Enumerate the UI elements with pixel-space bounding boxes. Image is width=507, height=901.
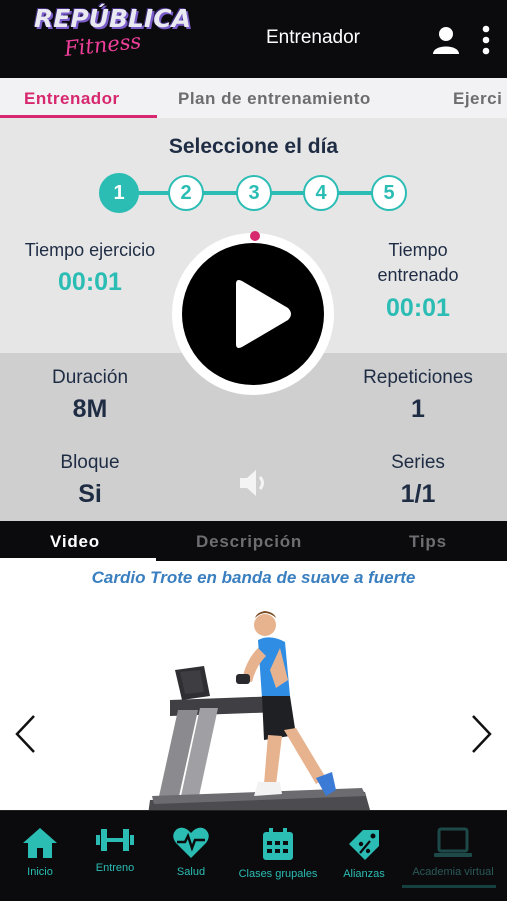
laptop-icon bbox=[434, 827, 472, 857]
nav-item-clases-grupales[interactable]: Clases grupales bbox=[235, 812, 321, 898]
exercise-title: Cardio Trote en banda de suave a fuerte bbox=[91, 568, 416, 587]
nav-label-salud: Salud bbox=[176, 866, 206, 878]
day-step-2[interactable]: 2 bbox=[168, 175, 204, 211]
play-icon bbox=[236, 280, 291, 348]
series-value: 1/1 bbox=[400, 480, 436, 508]
chevron-right-icon[interactable] bbox=[469, 713, 495, 755]
repetitions-value: 1 bbox=[411, 395, 425, 423]
tab-tips[interactable]: Tips bbox=[409, 532, 447, 552]
nav-label-alianzas: Alianzas bbox=[343, 868, 385, 880]
chevron-left-icon[interactable] bbox=[12, 713, 38, 755]
nav-item-alianzas[interactable]: Alianzas bbox=[321, 812, 407, 898]
day-step-4[interactable]: 4 bbox=[303, 175, 339, 211]
media-tab-indicator bbox=[0, 558, 156, 561]
more-vertical-icon[interactable] bbox=[478, 24, 494, 56]
tab-plan-entrenamiento[interactable]: Plan de entrenamiento bbox=[178, 89, 371, 109]
nav-label-entreno: Entreno bbox=[95, 862, 135, 874]
tab-video[interactable]: Video bbox=[50, 532, 100, 552]
tab-ejercicios[interactable]: Ejerci bbox=[453, 89, 502, 109]
trained-time-value: 00:01 bbox=[386, 294, 450, 322]
trained-time-label-line2: entrenado bbox=[377, 265, 459, 285]
series-label: Series bbox=[391, 452, 445, 473]
day-step-5[interactable]: 5 bbox=[371, 175, 407, 211]
nav-item-inicio[interactable]: Inicio bbox=[0, 812, 83, 898]
day-step-1[interactable]: 1 bbox=[99, 173, 139, 213]
home-icon bbox=[23, 828, 57, 858]
exercise-illustration bbox=[148, 611, 370, 815]
exercise-time-value: 00:01 bbox=[58, 268, 122, 296]
day-step-3[interactable]: 3 bbox=[236, 175, 272, 211]
page-title: Entrenador bbox=[266, 27, 361, 48]
select-day-label: Seleccione el día bbox=[168, 135, 339, 158]
repetitions-label: Repeticiones bbox=[363, 367, 473, 388]
calendar-icon bbox=[263, 828, 293, 860]
nav-item-entreno[interactable]: Entreno bbox=[72, 810, 158, 896]
trained-time-label-line1: Tiempo bbox=[388, 240, 448, 260]
nav-label-inicio: Inicio bbox=[27, 866, 53, 878]
tab-entrenador[interactable]: Entrenador bbox=[24, 89, 120, 109]
nav-bottom-indicator bbox=[402, 885, 496, 888]
tab-descripcion[interactable]: Descripción bbox=[196, 532, 302, 552]
tag-percent-icon bbox=[349, 830, 379, 860]
dumbbell-icon bbox=[96, 829, 134, 851]
nav-label-clases-grupales: Clases grupales bbox=[238, 868, 318, 880]
block-label: Bloque bbox=[60, 452, 120, 473]
nav-label-academia-virtual: Academia virtual bbox=[412, 866, 494, 878]
nav-item-salud[interactable]: Salud bbox=[148, 812, 234, 898]
duration-label: Duración bbox=[51, 367, 129, 388]
logo-main-text: REPÚBLICA bbox=[34, 4, 191, 33]
block-value: Si bbox=[78, 480, 102, 508]
volume-icon[interactable] bbox=[237, 466, 273, 500]
heart-pulse-icon bbox=[173, 827, 209, 858]
user-icon[interactable] bbox=[431, 25, 461, 55]
progress-dot bbox=[250, 231, 260, 241]
exercise-time-label: Tiempo ejercicio bbox=[24, 240, 156, 260]
duration-value: 8M bbox=[72, 395, 108, 423]
